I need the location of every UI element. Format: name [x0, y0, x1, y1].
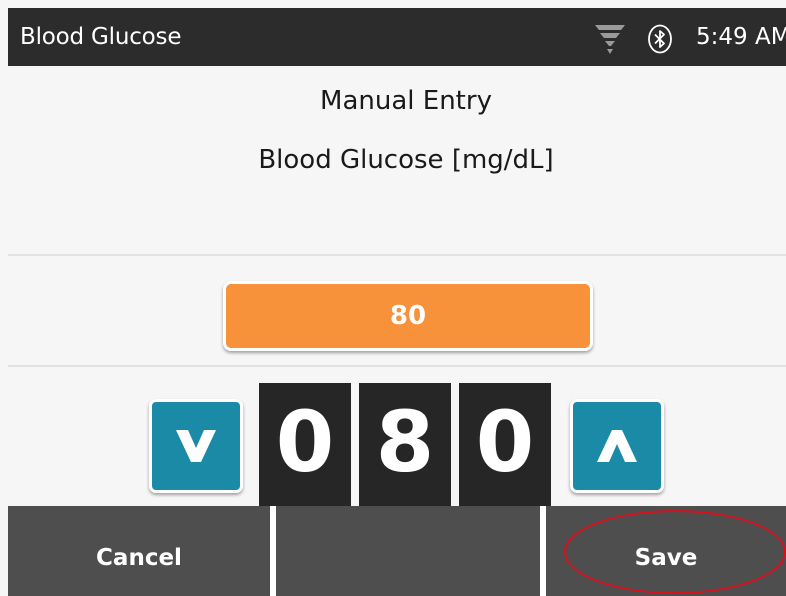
page-title: Manual Entry	[320, 86, 492, 116]
action-bar: Cancel Save	[8, 506, 786, 596]
signal-icon	[595, 25, 625, 54]
chevron-down-icon	[176, 430, 216, 462]
digit-hundreds[interactable]: 0	[259, 383, 351, 506]
main-content: Manual Entry Blood Glucose [mg/dL] 80 0 …	[8, 66, 786, 506]
measurement-label: Blood Glucose [mg/dL]	[258, 145, 554, 175]
increment-button[interactable]	[570, 399, 664, 493]
decrement-button[interactable]	[149, 399, 243, 493]
digit-tens[interactable]: 8	[359, 383, 451, 506]
clock: 5:49 AM	[696, 24, 786, 50]
chevron-up-icon	[597, 430, 637, 462]
save-button[interactable]: Save	[546, 506, 786, 596]
glucose-value-field[interactable]: 80	[223, 281, 593, 351]
app-title: Blood Glucose	[20, 24, 182, 50]
cancel-button[interactable]: Cancel	[8, 506, 270, 596]
bluetooth-icon	[648, 24, 672, 54]
title-bar: Blood Glucose 5:49 AM	[8, 8, 786, 66]
middle-action-button[interactable]	[276, 506, 540, 596]
divider	[8, 365, 786, 367]
screen: Blood Glucose 5:49 AM Manual Entry Blood…	[0, 0, 786, 596]
divider	[8, 254, 786, 256]
digit-ones[interactable]: 0	[459, 383, 551, 506]
